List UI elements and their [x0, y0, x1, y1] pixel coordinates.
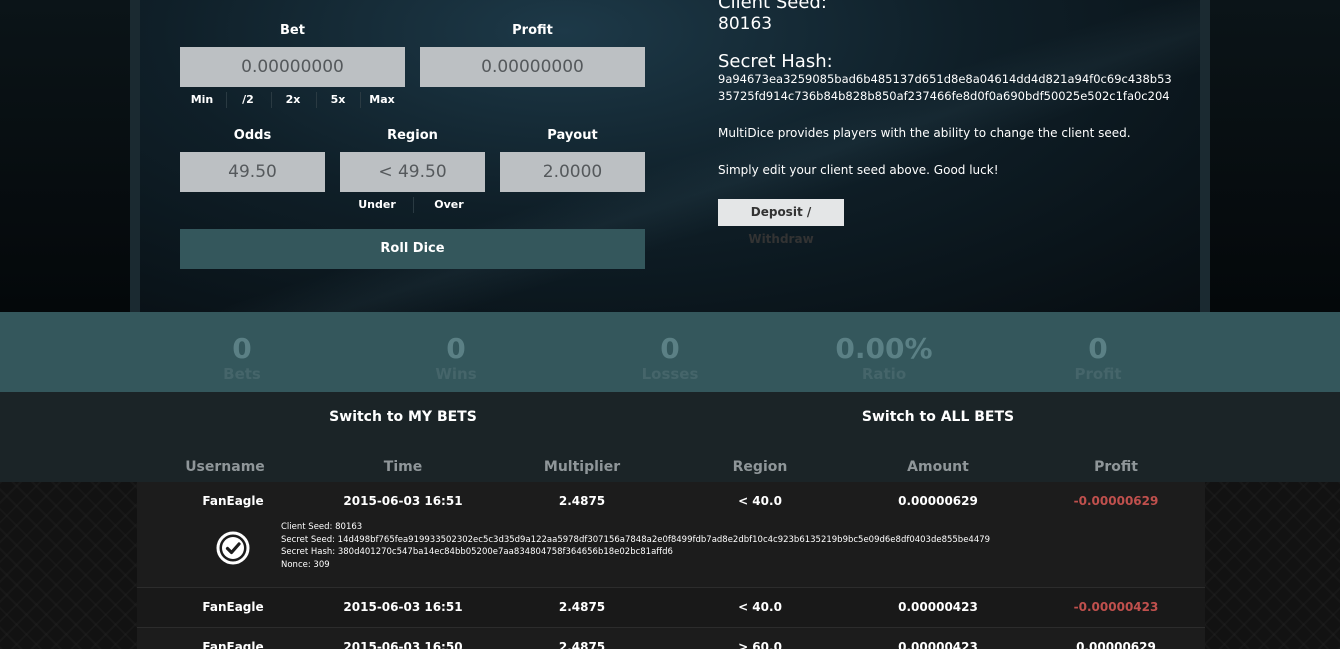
detail-nonce: Nonce: 309 — [281, 560, 330, 571]
client-seed-value[interactable]: 80163 — [718, 14, 772, 34]
left-rail-border — [130, 0, 140, 312]
cell-multiplier: 2.4875 — [558, 494, 606, 508]
bets-list: FanEagle 2015-06-03 16:51 2.4875 < 40.0 … — [0, 482, 1340, 649]
switch-my-bets-link[interactable]: Switch to MY BETS — [253, 409, 553, 425]
stat-value: 0 — [1088, 332, 1108, 365]
stat-label: Bets — [223, 365, 261, 383]
table-row[interactable]: FanEagle 2015-06-03 16:51 2.4875 < 40.0 … — [137, 482, 1205, 588]
left-rail — [0, 0, 130, 312]
stat-label: Ratio — [861, 365, 907, 383]
cell-amount: 0.00000629 — [898, 494, 978, 508]
column-header-amount: Amount — [907, 459, 969, 475]
cell-profit: -0.00000423 — [1073, 600, 1159, 614]
table-row[interactable]: FanEagle 2015-06-03 16:51 2.4875 < 40.0 … — [137, 588, 1205, 628]
separator — [413, 197, 414, 213]
stat-profit: 0 Profit — [998, 332, 1198, 385]
cell-username[interactable]: FanEagle — [153, 640, 313, 649]
column-header-multiplier: Multiplier — [543, 459, 621, 475]
stat-value: 0 — [446, 332, 466, 365]
cell-time: 2015-06-03 16:51 — [343, 494, 463, 508]
stat-value: 0 — [660, 332, 680, 365]
payout-label: Payout — [547, 128, 598, 143]
max-button[interactable]: Max — [362, 93, 402, 107]
cell-region: > 60.0 — [738, 640, 782, 649]
table-row[interactable]: FanEagle 2015-06-03 16:50 2.4875 > 60.0 … — [137, 628, 1205, 649]
detail-secret-seed: Secret Seed: 14d498bf765fea919933502302e… — [281, 534, 991, 545]
stat-bets: 0 Bets — [142, 332, 342, 385]
switch-band: Switch to MY BETS Switch to ALL BETS Use… — [0, 392, 1340, 482]
right-rail — [1210, 0, 1340, 312]
five-x-button[interactable]: 5x — [318, 93, 358, 107]
cell-region: < 40.0 — [738, 600, 782, 614]
cell-profit: 0.00000629 — [1076, 640, 1156, 649]
profit-label: Profit — [512, 23, 553, 38]
column-header-username: Username — [185, 459, 265, 475]
column-header-time: Time — [383, 459, 423, 475]
over-button[interactable]: Over — [424, 198, 474, 212]
region-input[interactable] — [340, 152, 485, 192]
cell-time: 2015-06-03 16:50 — [343, 640, 463, 649]
secret-hash-title: Secret Hash: — [718, 51, 833, 72]
separator — [226, 92, 227, 108]
payout-input[interactable] — [500, 152, 645, 192]
bet-details: Client Seed: 80163 Secret Seed: 14d498bf… — [281, 521, 990, 572]
stats-band: 0 Bets 0 Wins 0 Losses 0.00% Ratio 0 Pro… — [0, 312, 1340, 392]
info-text-1: MultiDice provides players with the abil… — [718, 126, 1131, 140]
profit-input[interactable] — [420, 47, 645, 87]
stat-ratio: 0.00% Ratio — [784, 332, 984, 385]
cell-multiplier: 2.4875 — [558, 600, 606, 614]
detail-client-seed: Client Seed: 80163 — [281, 522, 363, 532]
roll-dice-button[interactable]: Roll Dice — [180, 229, 645, 269]
stat-wins: 0 Wins — [356, 332, 556, 385]
client-seed-title: Client Seed: — [718, 0, 827, 13]
right-rail-border — [1200, 0, 1210, 312]
separator — [360, 92, 361, 108]
verified-check-icon — [216, 531, 250, 565]
separator — [316, 92, 317, 108]
bet-label: Bet — [280, 23, 305, 38]
cell-amount: 0.00000423 — [898, 640, 978, 649]
stat-label: Losses — [641, 365, 699, 383]
switch-all-bets-link[interactable]: Switch to ALL BETS — [788, 409, 1088, 425]
deposit-withdraw-button[interactable]: Deposit / Withdraw — [718, 199, 844, 246]
stat-label: Wins — [435, 365, 477, 383]
column-header-region: Region — [732, 459, 788, 475]
cell-multiplier: 2.4875 — [558, 640, 606, 649]
cell-amount: 0.00000423 — [898, 600, 978, 614]
cell-time: 2015-06-03 16:51 — [343, 600, 463, 614]
column-header-profit: Profit — [1094, 459, 1138, 475]
cell-username[interactable]: FanEagle — [153, 600, 313, 614]
stat-losses: 0 Losses — [570, 332, 770, 385]
stat-label: Profit — [1074, 365, 1122, 383]
cell-profit: -0.00000629 — [1073, 494, 1159, 508]
secret-hash-line-1: 9a94673ea3259085bad6b485137d651d8e8a0461… — [718, 72, 1172, 86]
under-button[interactable]: Under — [352, 198, 402, 212]
info-text-2: Simply edit your client seed above. Good… — [718, 163, 999, 177]
separator — [271, 92, 272, 108]
half-button[interactable]: /2 — [228, 93, 268, 107]
cell-username[interactable]: FanEagle — [153, 494, 313, 508]
odds-input[interactable] — [180, 152, 325, 192]
stat-value: 0.00% — [835, 332, 933, 365]
detail-secret-hash: Secret Hash: 380d401270c547ba14ec84bb052… — [281, 547, 673, 558]
bet-input[interactable] — [180, 47, 405, 87]
min-button[interactable]: Min — [182, 93, 222, 107]
region-label: Region — [387, 128, 438, 143]
cell-region: < 40.0 — [738, 494, 782, 508]
secret-hash-line-2: 35725fd914c736b84b828b850af237466fe8d0f0… — [718, 89, 1170, 103]
double-button[interactable]: 2x — [273, 93, 313, 107]
odds-label: Odds — [233, 128, 272, 143]
stat-value: 0 — [232, 332, 252, 365]
